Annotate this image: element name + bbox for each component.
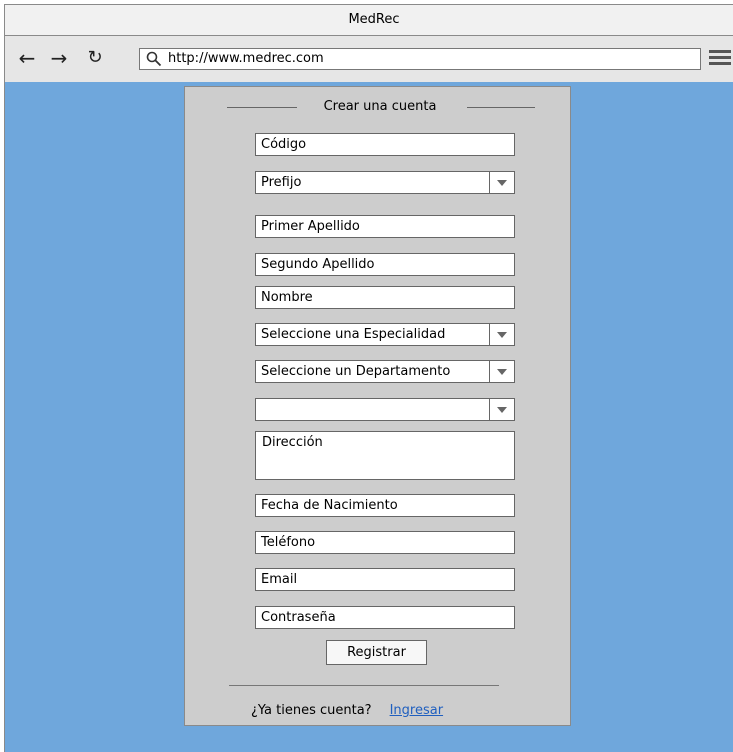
especialidad-value: Seleccione una Especialidad [261,327,446,342]
especialidad-select[interactable]: Seleccione una Especialidad [255,323,515,346]
form-title-text: Crear una cuenta [315,99,445,114]
codigo-field[interactable]: Código [255,133,515,156]
chevron-down-icon[interactable] [489,361,514,382]
login-question: ¿Ya tienes cuenta? [251,703,372,718]
direccion-textarea[interactable]: Dirección [255,431,515,480]
register-form-panel: Crear una cuenta Código Prefijo Primer A… [184,86,571,726]
login-prompt: ¿Ya tienes cuenta? Ingresar [251,703,443,718]
nombre-field[interactable]: Nombre [255,286,515,309]
reload-icon[interactable]: ↻ [85,46,105,70]
prefijo-value: Prefijo [261,175,302,190]
hamburger-menu-icon[interactable] [709,50,731,66]
chevron-down-icon[interactable] [489,172,514,193]
window-title: MedRec [4,4,733,36]
form-title: Crear una cuenta [225,99,535,115]
chevron-down-icon[interactable] [489,324,514,345]
municipio-select[interactable] [255,398,515,421]
url-text: http://www.medrec.com [168,51,324,66]
primer-apellido-field[interactable]: Primer Apellido [255,215,515,238]
email-field[interactable]: Email [255,568,515,591]
departamento-value: Seleccione un Departamento [261,364,451,379]
segundo-apellido-field[interactable]: Segundo Apellido [255,253,515,276]
url-input[interactable]: http://www.medrec.com [139,48,701,70]
chevron-down-icon[interactable] [489,399,514,420]
login-link[interactable]: Ingresar [390,703,443,718]
telefono-field[interactable]: Teléfono [255,531,515,554]
fecha-nacimiento-field[interactable]: Fecha de Nacimiento [255,494,515,517]
arrow-right-icon[interactable]: → [49,46,69,70]
prefijo-select[interactable]: Prefijo [255,171,515,194]
register-button[interactable]: Registrar [326,640,427,665]
footer-divider [229,685,499,686]
search-icon [146,51,162,67]
browser-window: MedRec ← → ↻ http://www.medrec.com Crear… [0,0,733,752]
arrow-left-icon[interactable]: ← [17,46,37,70]
departamento-select[interactable]: Seleccione un Departamento [255,360,515,383]
browser-toolbar: ← → ↻ http://www.medrec.com [4,36,733,82]
password-field[interactable]: Contraseña [255,606,515,629]
